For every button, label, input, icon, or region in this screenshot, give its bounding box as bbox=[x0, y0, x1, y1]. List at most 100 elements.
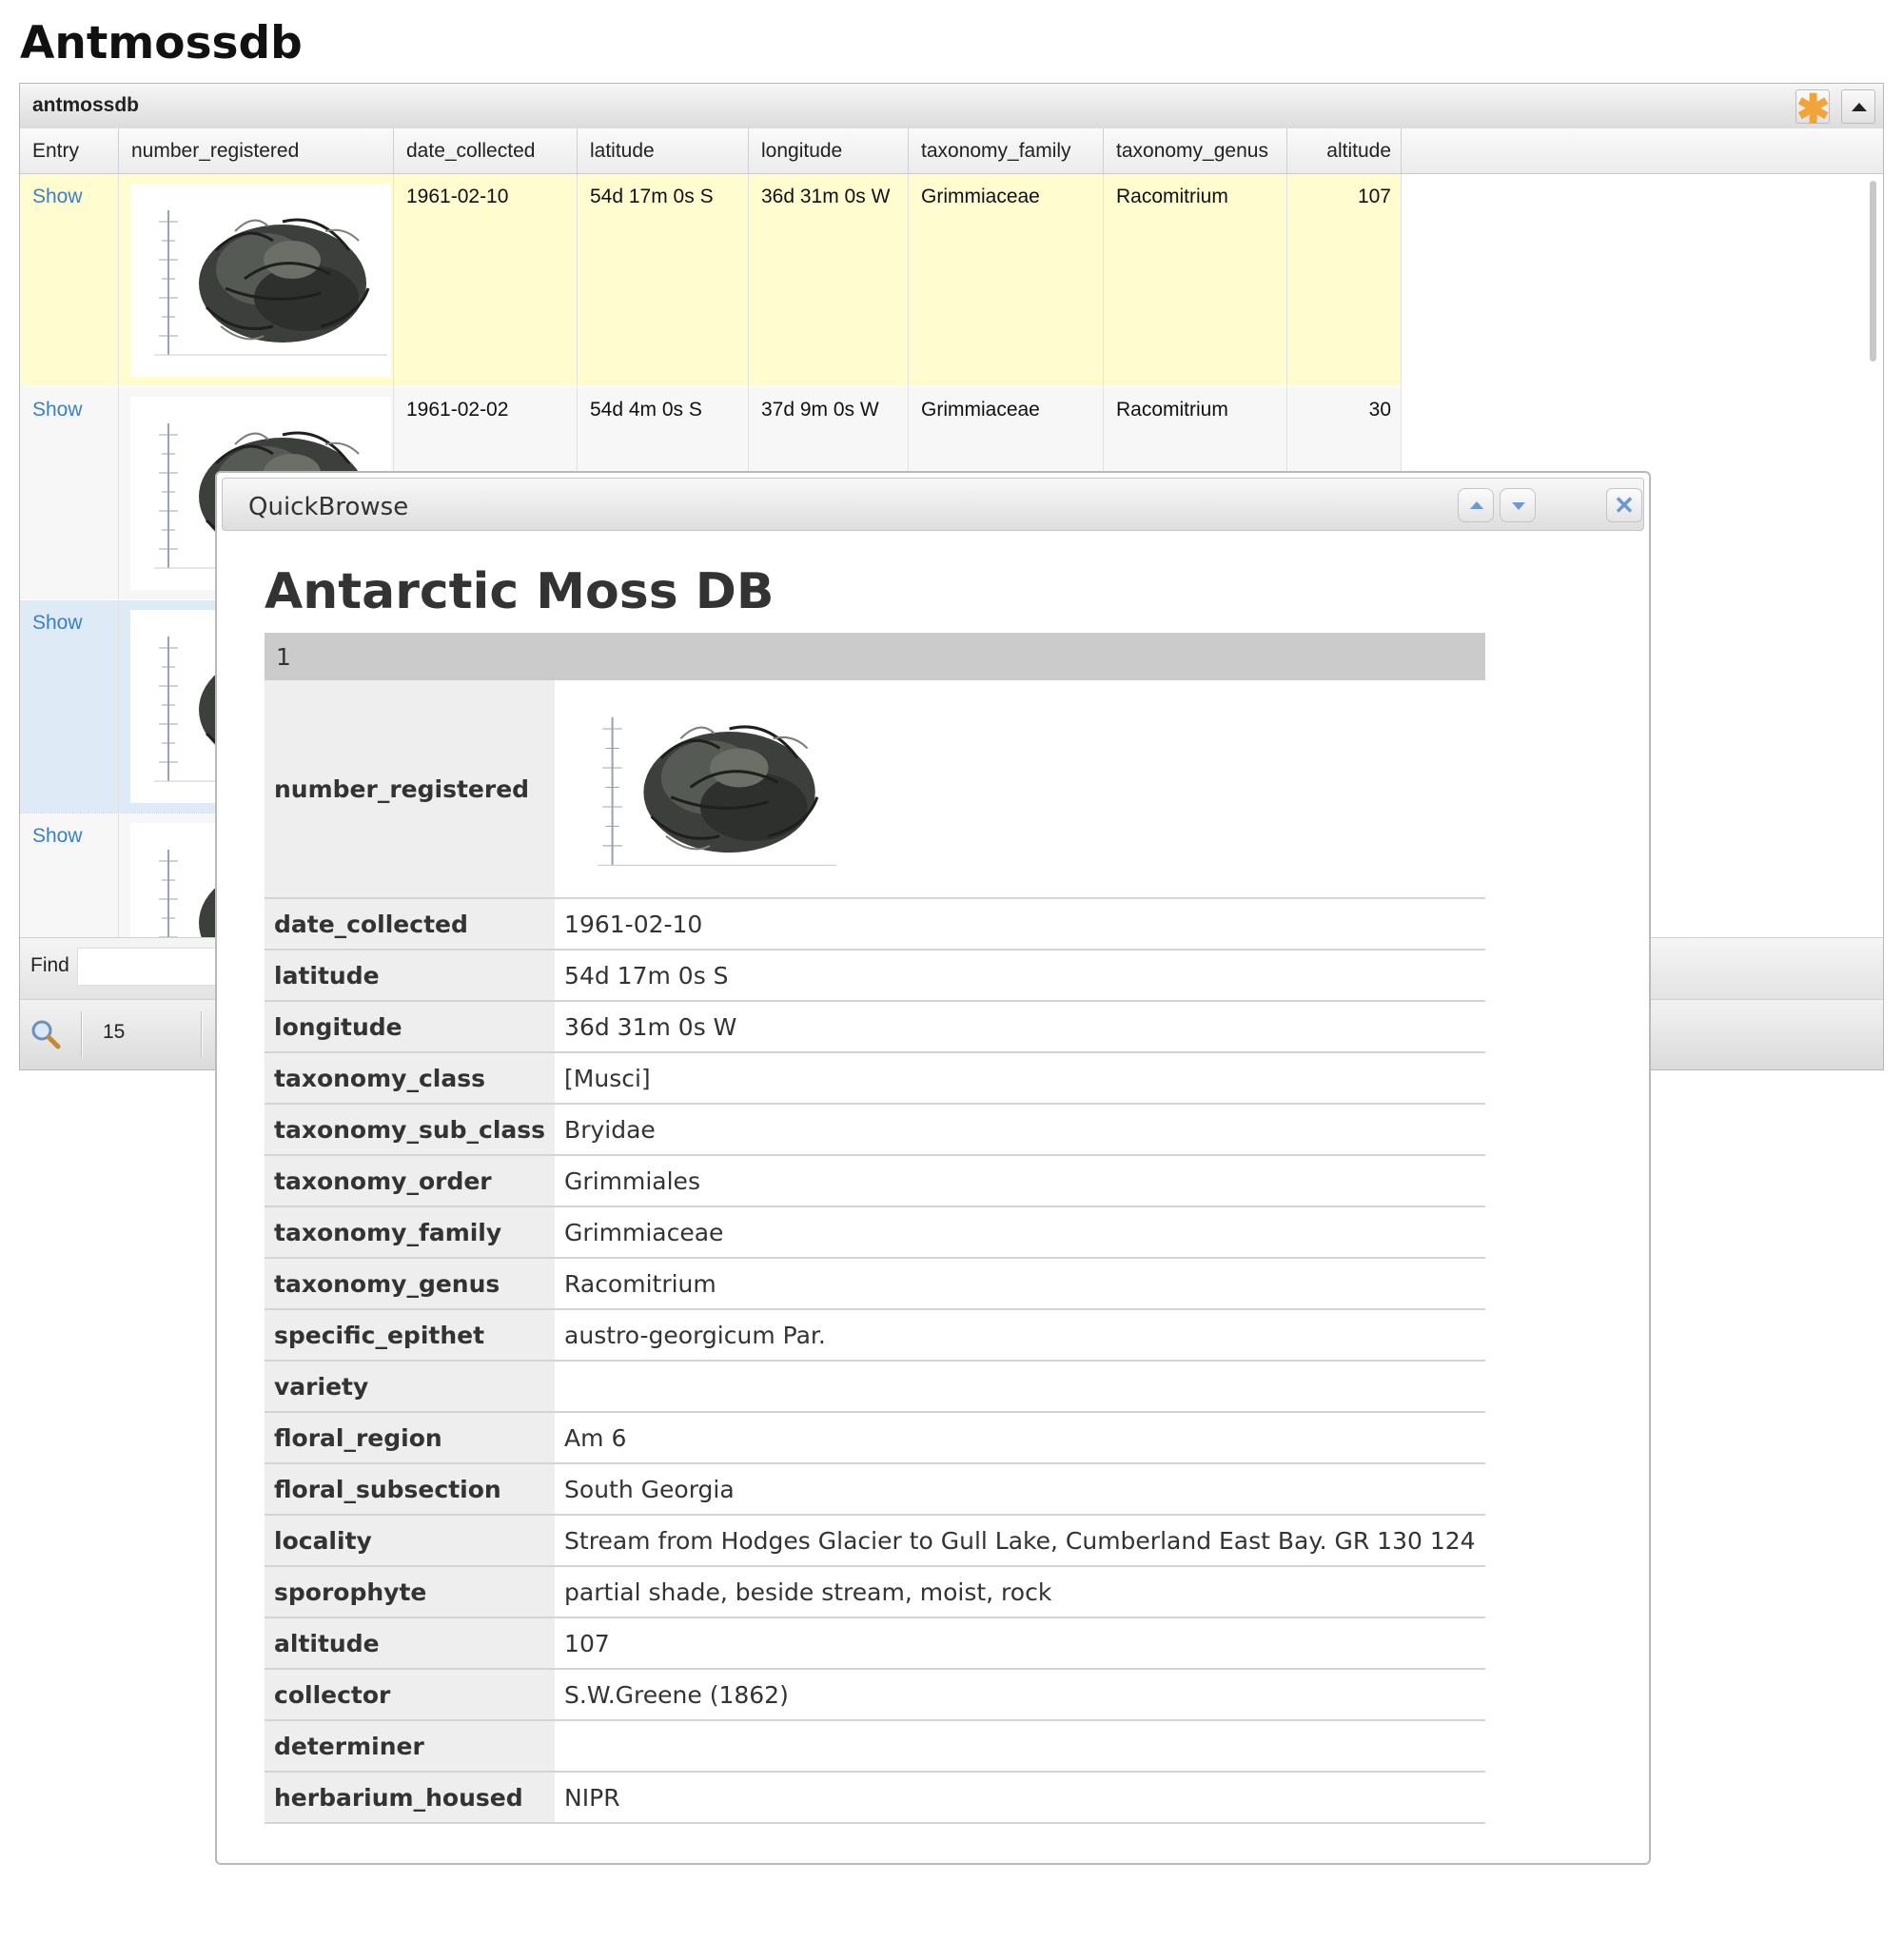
field-label: taxonomy_family bbox=[265, 1206, 556, 1259]
column-header-number-registered[interactable]: number_registered bbox=[119, 128, 394, 173]
magnifier-icon[interactable] bbox=[29, 1018, 62, 1050]
taxonomy-genus-cell: Racomitrium bbox=[1104, 174, 1287, 386]
field-label: locality bbox=[265, 1515, 556, 1567]
field-label: sporophyte bbox=[265, 1566, 556, 1618]
field-value: Am 6 bbox=[555, 1412, 1485, 1464]
collapse-button[interactable] bbox=[1841, 89, 1875, 124]
chevron-down-icon bbox=[1512, 502, 1525, 510]
previous-record-button[interactable] bbox=[1458, 488, 1494, 522]
show-link[interactable]: Show bbox=[32, 825, 83, 847]
show-link[interactable]: Show bbox=[32, 186, 83, 207]
taxonomy-family-cell: Grimmiaceae bbox=[909, 174, 1104, 386]
specimen-image[interactable] bbox=[564, 690, 850, 888]
field-row: number_registered bbox=[265, 680, 1485, 899]
show-link[interactable]: Show bbox=[32, 399, 83, 421]
field-value: Stream from Hodges Glacier to Gull Lake,… bbox=[555, 1515, 1485, 1567]
field-row: specific_epithet austro-georgicum Par. bbox=[265, 1309, 1485, 1362]
entry-cell: Show bbox=[20, 600, 119, 813]
record-heading: Antarctic Moss DB bbox=[265, 563, 775, 620]
find-input[interactable] bbox=[77, 948, 229, 986]
field-label: number_registered bbox=[265, 680, 556, 899]
field-value: NIPR bbox=[555, 1772, 1485, 1824]
field-label: date_collected bbox=[265, 898, 556, 951]
field-label: variety bbox=[265, 1361, 556, 1413]
field-row: longitude 36d 31m 0s W bbox=[265, 1001, 1485, 1053]
field-row: floral_region Am 6 bbox=[265, 1412, 1485, 1464]
vertical-scrollbar[interactable] bbox=[1870, 181, 1876, 362]
field-value bbox=[555, 1720, 1485, 1773]
field-label: taxonomy_class bbox=[265, 1052, 556, 1105]
altitude-cell: 107 bbox=[1287, 174, 1402, 386]
quickbrowse-dialog: QuickBrowse ✕ Antarctic Moss DB 1 number… bbox=[215, 471, 1651, 1865]
chevron-up-icon bbox=[1470, 501, 1483, 509]
field-label: latitude bbox=[265, 950, 556, 1002]
table-row[interactable]: Show 1961-02-10 54d 17m 0s S 36d 31m 0s … bbox=[20, 174, 1402, 386]
page-title: Antmossdb bbox=[20, 17, 303, 69]
column-header-entry[interactable]: Entry bbox=[20, 128, 119, 173]
pager-separator bbox=[201, 1011, 203, 1057]
field-row: altitude 107 bbox=[265, 1617, 1485, 1670]
field-row: floral_subsection South Georgia bbox=[265, 1463, 1485, 1516]
column-header-longitude[interactable]: longitude bbox=[749, 128, 909, 173]
field-row: collector S.W.Greene (1862) bbox=[265, 1669, 1485, 1721]
field-value bbox=[555, 1361, 1485, 1413]
field-row: herbarium_housed NIPR bbox=[265, 1772, 1485, 1824]
field-value: Grimmiaceae bbox=[555, 1206, 1485, 1259]
find-label: Find bbox=[30, 954, 69, 976]
column-header-date-collected[interactable]: date_collected bbox=[394, 128, 578, 173]
grid-titlebar: antmossdb ✱ bbox=[20, 84, 1883, 129]
show-link[interactable]: Show bbox=[32, 612, 83, 634]
field-label: altitude bbox=[265, 1617, 556, 1670]
asterisk-icon: ✱ bbox=[1796, 87, 1831, 131]
specimen-image[interactable] bbox=[130, 184, 391, 377]
field-row: date_collected 1961-02-10 bbox=[265, 898, 1485, 951]
field-row: taxonomy_family Grimmiaceae bbox=[265, 1206, 1485, 1259]
close-button[interactable]: ✕ bbox=[1606, 488, 1642, 522]
column-header-latitude[interactable]: latitude bbox=[578, 128, 749, 173]
field-value: Racomitrium bbox=[555, 1258, 1485, 1310]
triangle-up-icon bbox=[1852, 103, 1867, 111]
field-row: taxonomy_sub_class Bryidae bbox=[265, 1104, 1485, 1156]
field-row: locality Stream from Hodges Glacier to Gu… bbox=[265, 1515, 1485, 1567]
pager-separator bbox=[81, 1011, 83, 1057]
field-value: 107 bbox=[555, 1617, 1485, 1670]
record-id-row: 1 bbox=[265, 633, 1485, 680]
field-value: 36d 31m 0s W bbox=[555, 1001, 1485, 1053]
field-row: taxonomy_genus Racomitrium bbox=[265, 1258, 1485, 1310]
entry-cell: Show bbox=[20, 174, 119, 386]
page-size-value[interactable]: 15 bbox=[103, 1021, 125, 1044]
record-id: 1 bbox=[265, 633, 1485, 680]
column-header-taxonomy-genus[interactable]: taxonomy_genus bbox=[1104, 128, 1287, 173]
field-label: herbarium_housed bbox=[265, 1772, 556, 1824]
field-label: taxonomy_sub_class bbox=[265, 1104, 556, 1156]
close-icon: ✕ bbox=[1614, 491, 1635, 519]
field-label: longitude bbox=[265, 1001, 556, 1053]
field-label: floral_region bbox=[265, 1412, 556, 1464]
field-row: latitude 54d 17m 0s S bbox=[265, 950, 1485, 1002]
field-label: taxonomy_genus bbox=[265, 1258, 556, 1310]
column-header-taxonomy-family[interactable]: taxonomy_family bbox=[909, 128, 1104, 173]
date-collected-cell: 1961-02-10 bbox=[394, 174, 578, 386]
longitude-cell: 36d 31m 0s W bbox=[749, 174, 909, 386]
dialog-titlebar[interactable]: QuickBrowse ✕ bbox=[222, 478, 1644, 531]
number-registered-cell bbox=[119, 174, 394, 386]
field-value: Grimmiales bbox=[555, 1155, 1485, 1207]
field-row: variety bbox=[265, 1361, 1485, 1413]
field-label: determiner bbox=[265, 1720, 556, 1773]
field-value: South Georgia bbox=[555, 1463, 1485, 1516]
tools-button[interactable]: ✱ bbox=[1795, 89, 1830, 129]
dialog-title: QuickBrowse bbox=[248, 493, 409, 521]
field-row: determiner bbox=[265, 1720, 1485, 1773]
field-label: taxonomy_order bbox=[265, 1155, 556, 1207]
column-header-altitude[interactable]: altitude bbox=[1287, 128, 1402, 173]
field-label: collector bbox=[265, 1669, 556, 1721]
grid-title: antmossdb bbox=[32, 94, 140, 116]
field-value: Bryidae bbox=[555, 1104, 1485, 1156]
field-value bbox=[555, 680, 1485, 899]
field-row: taxonomy_class [Musci] bbox=[265, 1052, 1485, 1105]
latitude-cell: 54d 17m 0s S bbox=[578, 174, 749, 386]
field-value: austro-georgicum Par. bbox=[555, 1309, 1485, 1362]
field-value: [Musci] bbox=[555, 1052, 1485, 1105]
next-record-button[interactable] bbox=[1500, 488, 1536, 522]
entry-cell: Show bbox=[20, 813, 119, 937]
